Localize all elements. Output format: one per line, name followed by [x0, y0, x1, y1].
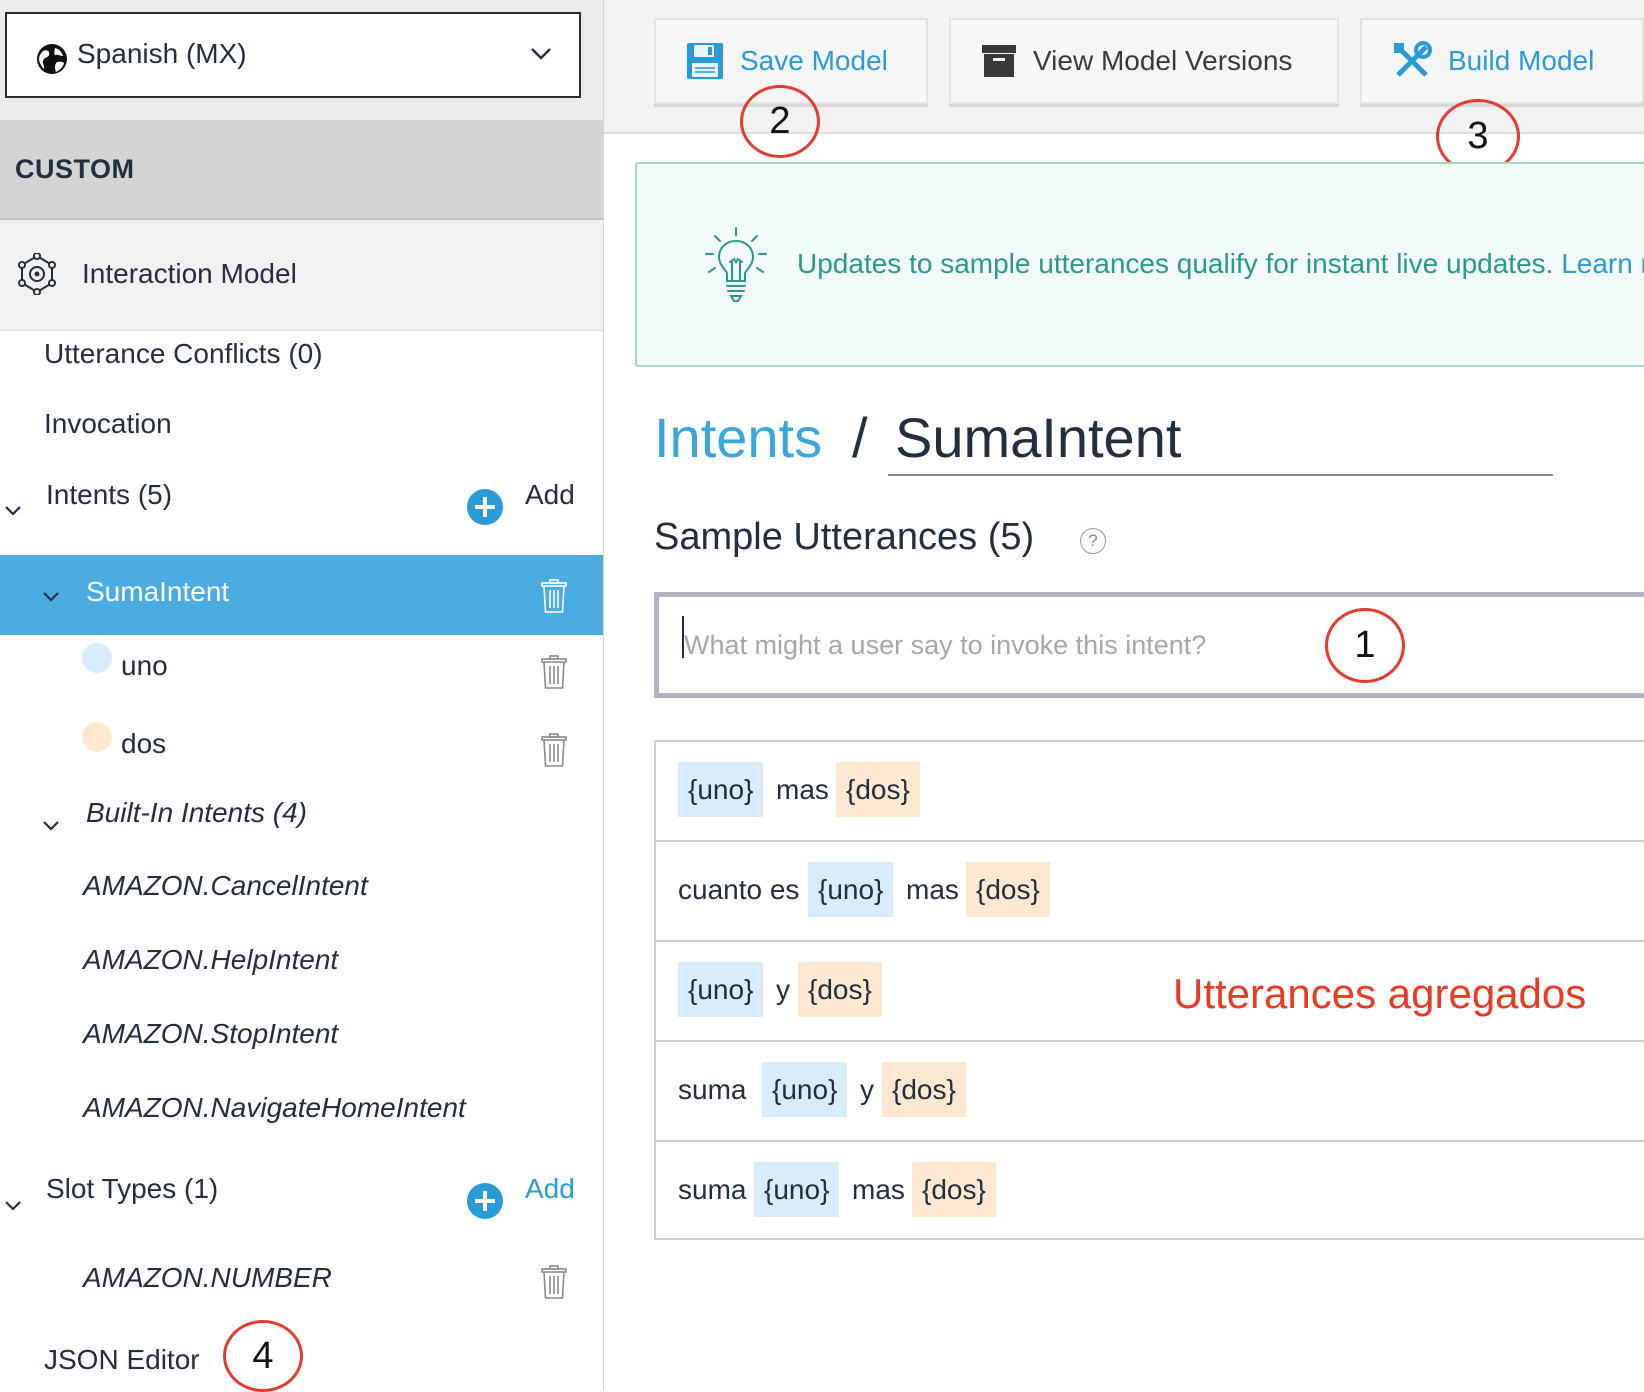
build-model-label: Build Model: [1448, 45, 1595, 76]
sidebar-item-slot-type[interactable]: AMAZON.NUMBER: [83, 1262, 332, 1294]
chevron-down-icon[interactable]: [42, 820, 60, 832]
sample-utterances-title: Sample Utterances (5): [654, 516, 1035, 558]
slot-token-uno[interactable]: {uno}: [754, 1162, 840, 1217]
globe-icon: [37, 44, 67, 74]
view-model-versions-label: View Model Versions: [1033, 45, 1293, 76]
slot-token-dos[interactable]: {dos}: [882, 1062, 966, 1117]
utterance-word: mas: [906, 874, 959, 905]
sidebar: Spanish (MX) CUSTOM Interaction Model Ut…: [0, 0, 604, 1392]
utterance-row[interactable]: suma {uno} mas {dos}: [656, 1142, 1644, 1242]
locale-label: Spanish (MX): [77, 38, 247, 69]
utterance-row[interactable]: {uno} mas {dos}: [656, 742, 1644, 842]
sidebar-item-interaction-model[interactable]: Interaction Model: [0, 220, 603, 331]
trash-icon[interactable]: [541, 579, 567, 613]
utterance-word: suma: [678, 1174, 747, 1205]
sidebar-item-utterance-conflicts[interactable]: Utterance Conflicts (0): [44, 338, 323, 370]
slot-token-uno[interactable]: {uno}: [678, 762, 764, 817]
learn-more-link[interactable]: Learn m: [1561, 248, 1644, 279]
banner-message: Updates to sample utterances qualify for…: [797, 248, 1554, 279]
sidebar-item-slot-uno[interactable]: uno: [121, 650, 168, 682]
sidebar-item-builtin-intent[interactable]: AMAZON.HelpIntent: [83, 944, 338, 976]
trash-icon[interactable]: [541, 655, 567, 689]
archive-box-icon: [982, 45, 1016, 77]
slot-color-dot: [82, 643, 112, 673]
section-header-label: CUSTOM: [15, 154, 135, 184]
slot-token-uno[interactable]: {uno}: [762, 1062, 848, 1117]
slot-token-uno[interactable]: {uno}: [678, 962, 764, 1017]
annotation-marker-4: 4: [223, 1320, 303, 1392]
breadcrumb-intents-link[interactable]: Intents: [654, 405, 822, 470]
utterance-row[interactable]: suma {uno} y {dos}: [656, 1042, 1644, 1142]
network-icon: [18, 253, 56, 295]
sidebar-item-invocation[interactable]: Invocation: [44, 408, 172, 440]
chevron-down-icon[interactable]: [4, 1200, 22, 1212]
text-caret: [682, 616, 684, 658]
slot-token-dos[interactable]: {dos}: [912, 1162, 996, 1217]
view-model-versions-button[interactable]: View Model Versions: [949, 18, 1339, 104]
title-underline: [888, 474, 1553, 476]
utterance-word: mas: [852, 1174, 905, 1205]
chevron-down-icon[interactable]: [42, 591, 60, 603]
utterance-row[interactable]: cuanto es {uno} mas {dos}: [656, 842, 1644, 942]
section-header-custom: CUSTOM: [0, 120, 603, 220]
sidebar-item-builtin-intent[interactable]: AMAZON.StopIntent: [83, 1018, 338, 1050]
add-slot-type-button[interactable]: Add: [525, 1173, 575, 1205]
plus-circle-icon[interactable]: [466, 488, 504, 526]
slot-token-dos[interactable]: {dos}: [836, 762, 920, 817]
breadcrumb-separator: /: [852, 406, 868, 469]
sidebar-item-builtin-intents[interactable]: Built-In Intents (4): [86, 797, 307, 829]
info-banner: Updates to sample utterances qualify for…: [635, 162, 1644, 367]
sidebar-item-intents[interactable]: Intents (5): [46, 479, 172, 511]
tools-icon: [1394, 41, 1432, 77]
annotation-marker-1: 1: [1325, 608, 1405, 683]
selected-intent-label: SumaIntent: [86, 576, 230, 607]
sidebar-item-slot-types[interactable]: Slot Types (1): [46, 1173, 218, 1205]
add-intent-button[interactable]: Add: [525, 479, 575, 511]
trash-icon[interactable]: [541, 1265, 567, 1299]
locale-select[interactable]: Spanish (MX): [5, 12, 581, 98]
annotation-marker-2: 2: [740, 85, 820, 158]
trash-icon[interactable]: [541, 733, 567, 767]
sidebar-item-selected-intent[interactable]: SumaIntent: [0, 555, 603, 635]
interaction-model-label: Interaction Model: [82, 258, 297, 289]
build-model-button[interactable]: Build Model: [1360, 18, 1644, 104]
utterance-word: mas: [776, 774, 829, 805]
sidebar-item-slot-dos[interactable]: dos: [121, 728, 166, 760]
lightbulb-icon: [705, 227, 767, 302]
utterance-word: cuanto es: [678, 874, 800, 905]
utterance-word: y: [860, 1074, 874, 1105]
utterance-input[interactable]: [654, 592, 1644, 698]
annotation-text: Utterances agregados: [1173, 970, 1587, 1017]
sidebar-item-json-editor[interactable]: JSON Editor: [44, 1344, 200, 1376]
slot-token-uno[interactable]: {uno}: [808, 862, 894, 917]
help-icon[interactable]: ?: [1080, 528, 1106, 554]
sidebar-item-builtin-intent[interactable]: AMAZON.NavigateHomeIntent: [83, 1092, 466, 1124]
plus-circle-icon[interactable]: [466, 1182, 504, 1220]
utterance-word: y: [776, 974, 790, 1005]
intent-name-title[interactable]: SumaIntent: [895, 405, 1181, 470]
slot-token-dos[interactable]: {dos}: [798, 962, 882, 1017]
utterance-word: suma: [678, 1074, 747, 1105]
chevron-down-icon: [531, 48, 551, 60]
save-icon: [687, 43, 723, 79]
banner-text: Updates to sample utterances qualify for…: [797, 248, 1644, 280]
chevron-down-icon[interactable]: [4, 505, 22, 517]
save-model-label: Save Model: [740, 45, 888, 76]
locale-area: Spanish (MX): [0, 0, 603, 122]
sidebar-item-builtin-intent[interactable]: AMAZON.CancelIntent: [83, 870, 368, 902]
slot-color-dot: [82, 722, 112, 752]
slot-token-dos[interactable]: {dos}: [966, 862, 1050, 917]
